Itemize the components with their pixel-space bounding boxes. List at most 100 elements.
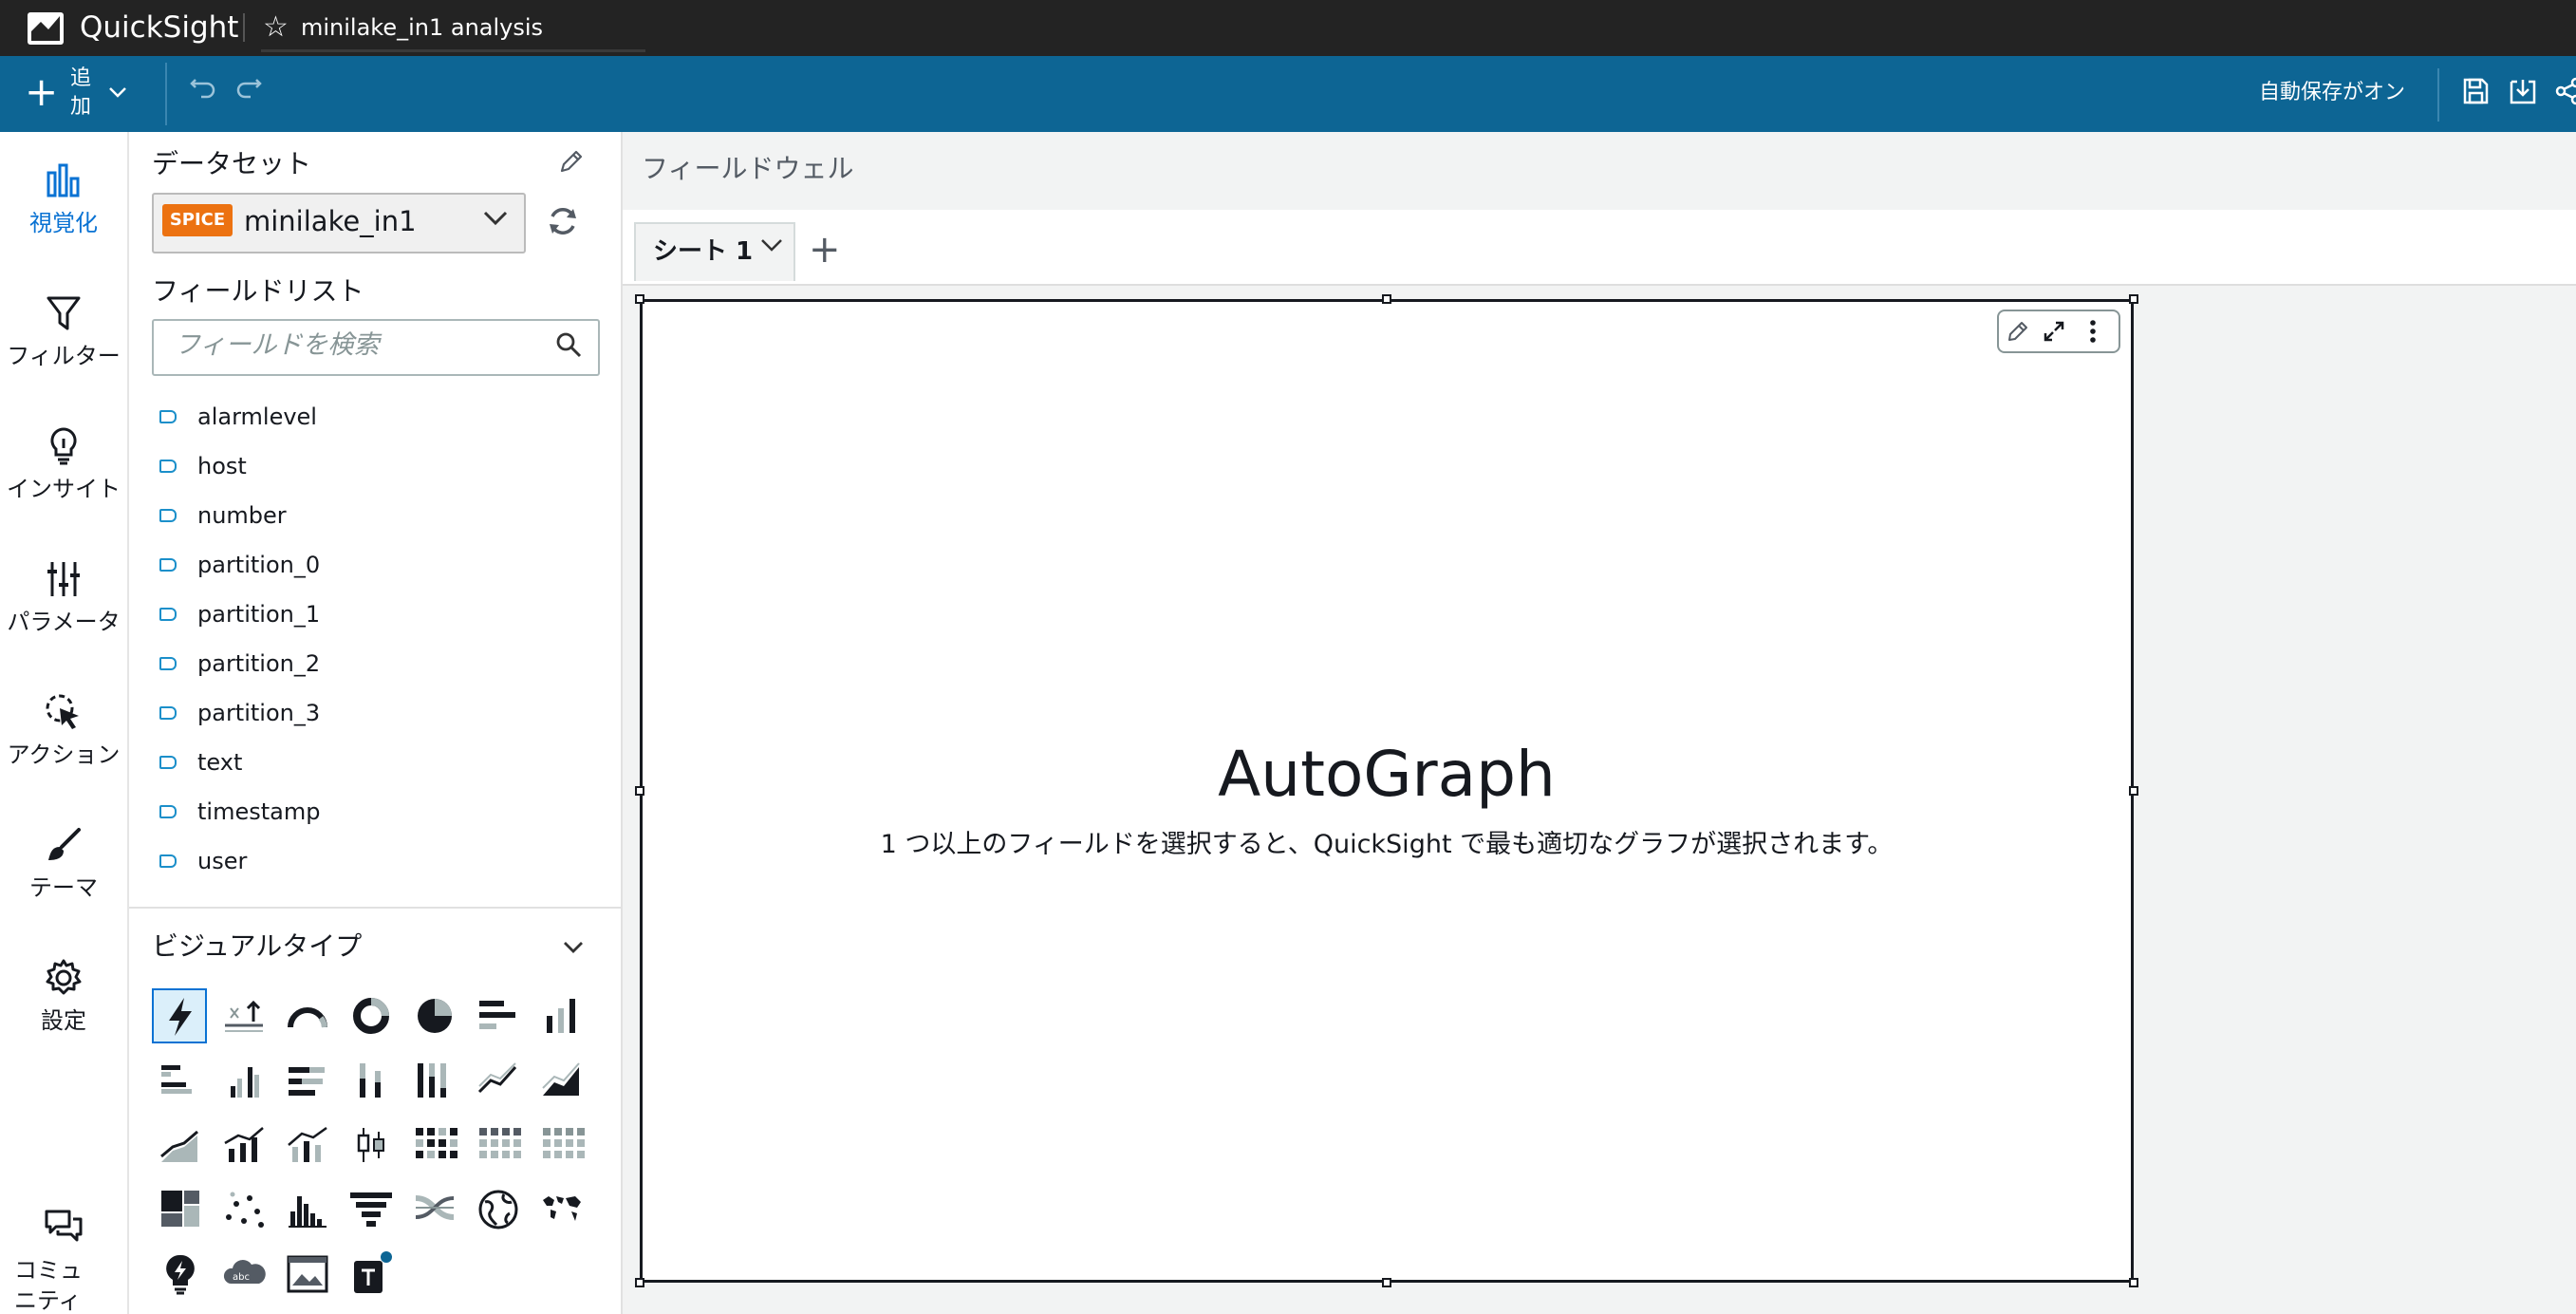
dimension-tag-icon <box>159 460 177 473</box>
gear-icon <box>46 959 82 995</box>
pivot-table-icon[interactable] <box>472 1118 525 1172</box>
rail-item-themes[interactable]: テーマ <box>0 824 127 902</box>
heat-map-icon[interactable] <box>408 1118 461 1172</box>
app-name[interactable]: QuickSight <box>80 9 238 46</box>
pie-chart-icon[interactable] <box>408 989 461 1042</box>
resize-handle[interactable] <box>2129 294 2138 304</box>
rail-label-filter: フィルター <box>7 343 121 369</box>
field-name: partition_0 <box>197 552 321 578</box>
histogram-icon[interactable] <box>281 1183 334 1236</box>
sankey-icon[interactable] <box>408 1183 461 1236</box>
autograph-title: AutoGraph <box>1218 738 1556 811</box>
rail-item-settings[interactable]: 設定 <box>0 957 127 1035</box>
insight-bulb-icon[interactable] <box>154 1248 207 1301</box>
autosave-status: 自動保存がオン <box>2259 81 2406 104</box>
more-options-icon[interactable] <box>2086 319 2100 344</box>
lightbulb-icon <box>50 427 77 465</box>
dimension-tag-icon <box>159 410 177 423</box>
top-divider <box>243 13 245 42</box>
clustered-column-icon[interactable] <box>217 1054 271 1107</box>
rail-label-settings: 設定 <box>41 1007 86 1034</box>
field-name: number <box>197 502 287 529</box>
custom-visual-icon[interactable] <box>345 1248 398 1301</box>
rail-label-insights: インサイト <box>7 476 121 502</box>
dataset-chevron-down-icon[interactable] <box>482 205 509 234</box>
dimension-tag-icon <box>159 608 177 621</box>
image-embed-icon[interactable] <box>281 1248 334 1301</box>
resize-handle[interactable] <box>635 1278 644 1287</box>
add-chevron-down-icon[interactable] <box>108 84 127 103</box>
rail-label-themes: テーマ <box>29 874 98 901</box>
rail-item-community[interactable]: コミュニティ <box>0 1206 127 1314</box>
search-icon[interactable] <box>554 330 583 359</box>
resize-handle[interactable] <box>1382 1278 1391 1287</box>
sliders-icon <box>47 562 80 596</box>
redo-icon[interactable] <box>233 74 264 112</box>
edit-pencil-icon[interactable] <box>2006 319 2030 344</box>
field-name: user <box>197 848 248 874</box>
field-name: host <box>197 453 247 479</box>
sheet-tab-label: シート 1 <box>653 237 754 266</box>
vertical-bar-icon[interactable] <box>535 989 588 1042</box>
favorite-star-icon[interactable]: ☆ <box>263 9 289 46</box>
dimension-tag-icon <box>159 805 177 818</box>
tree-map-icon[interactable] <box>154 1183 207 1236</box>
title-underline <box>261 49 645 52</box>
add-plus-icon[interactable]: + <box>25 66 58 118</box>
area-chart-icon[interactable] <box>154 1118 207 1172</box>
sheet-tab-bar <box>623 210 2576 286</box>
resize-handle[interactable] <box>1382 294 1391 304</box>
stacked-bar-icon[interactable] <box>281 1054 334 1107</box>
geo-globe-icon[interactable] <box>472 1183 525 1236</box>
field-name: alarmlevel <box>197 404 317 430</box>
funnel-chart-icon[interactable] <box>345 1183 398 1236</box>
gauge-icon[interactable] <box>281 989 334 1042</box>
add-sheet-plus-icon[interactable]: + <box>809 228 841 272</box>
visual-types-chevron-down-icon[interactable] <box>562 934 585 961</box>
field-name: partition_3 <box>197 700 321 726</box>
resize-handle[interactable] <box>2129 1278 2138 1287</box>
autograph-bolt-icon[interactable] <box>154 990 207 1043</box>
toolbar-divider-right <box>2437 68 2439 122</box>
clustered-bar-icon[interactable] <box>154 1054 207 1107</box>
share-icon[interactable] <box>2553 76 2576 106</box>
rail-label-community: コミュニティ <box>14 1257 83 1314</box>
rail-item-filter[interactable]: フィルター <box>0 292 127 370</box>
stacked-column-icon[interactable] <box>345 1054 398 1107</box>
resize-handle[interactable] <box>635 294 644 304</box>
paintbrush-icon <box>48 828 81 860</box>
quicksight-logo-icon[interactable] <box>28 12 64 45</box>
toolbar-divider <box>165 63 167 125</box>
bar-line-combo-icon[interactable] <box>217 1118 271 1172</box>
rail-item-insights[interactable]: インサイト <box>0 425 127 503</box>
dimension-tag-icon <box>159 558 177 572</box>
scatter-plot-icon[interactable] <box>217 1183 271 1236</box>
chat-bubbles-icon <box>45 1210 83 1242</box>
kpi-icon[interactable] <box>217 989 271 1042</box>
add-button[interactable]: 追加 <box>66 65 95 122</box>
field-well[interactable] <box>623 132 2576 212</box>
rail-item-parameters[interactable]: パラメータ <box>0 558 127 636</box>
area-line-icon[interactable] <box>535 1054 588 1107</box>
panel-divider <box>129 907 621 909</box>
word-cloud-icon[interactable]: abc <box>217 1248 271 1301</box>
save-icon[interactable] <box>2460 76 2491 106</box>
box-plot-icon[interactable] <box>345 1118 398 1172</box>
table-icon[interactable] <box>535 1118 588 1172</box>
toolbar <box>0 56 2576 132</box>
donut-chart-icon[interactable] <box>345 989 398 1042</box>
line-chart-icon[interactable] <box>472 1054 525 1107</box>
rail-item-visualize[interactable]: 視覚化 <box>0 160 127 237</box>
expand-icon[interactable] <box>2042 319 2066 344</box>
edit-dataset-pencil-icon[interactable] <box>558 148 585 181</box>
undo-icon[interactable] <box>188 74 218 112</box>
stacked-percent-column-icon[interactable] <box>408 1054 461 1107</box>
analysis-title[interactable]: minilake_in1 analysis <box>301 12 543 43</box>
column-line-combo-icon[interactable] <box>281 1118 334 1172</box>
refresh-icon[interactable] <box>545 203 581 248</box>
rail-item-actions[interactable]: アクション <box>0 691 127 769</box>
horizontal-bar-icon[interactable] <box>472 989 525 1042</box>
download-icon[interactable] <box>2508 76 2538 106</box>
filled-map-icon[interactable] <box>535 1183 588 1236</box>
sheet-chevron-down-icon[interactable] <box>759 234 784 260</box>
